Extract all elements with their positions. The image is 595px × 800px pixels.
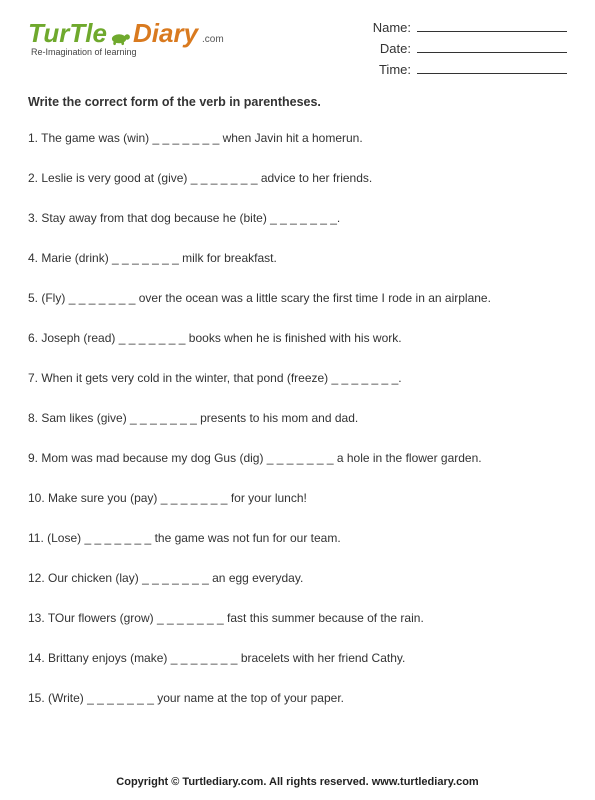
q-pre: Our chicken (lay): [48, 571, 142, 585]
question-item: 15. (Write) _ _ _ _ _ _ _ your name at t…: [28, 689, 567, 707]
turtle-icon: [109, 28, 131, 46]
q-num: 5.: [28, 291, 38, 305]
q-pre: (Lose): [47, 531, 84, 545]
q-blank[interactable]: _ _ _ _ _ _ _: [87, 691, 154, 705]
q-pre: When it gets very cold in the winter, th…: [41, 371, 331, 385]
q-post: advice to her friends.: [258, 171, 373, 185]
q-blank[interactable]: _ _ _ _ _ _ _: [142, 571, 209, 585]
logo-word-turtle: TurTle: [28, 18, 107, 49]
q-post: for your lunch!: [227, 491, 306, 505]
logo-block: TurTle Diary .com Re-Imagination of lear…: [28, 18, 224, 57]
q-post: books when he is finished with his work.: [185, 331, 401, 345]
q-num: 9.: [28, 451, 38, 465]
q-blank[interactable]: _ _ _ _ _ _ _: [157, 611, 224, 625]
name-label: Name:: [373, 20, 411, 35]
q-blank[interactable]: _ _ _ _ _ _ _: [119, 331, 186, 345]
q-blank[interactable]: _ _ _ _ _ _ _: [171, 651, 238, 665]
q-num: 14.: [28, 651, 45, 665]
q-pre: (Write): [48, 691, 87, 705]
q-blank[interactable]: _ _ _ _ _ _ _: [130, 411, 197, 425]
question-item: 4. Marie (drink) _ _ _ _ _ _ _ milk for …: [28, 249, 567, 267]
question-item: 3. Stay away from that dog because he (b…: [28, 209, 567, 227]
q-post: your name at the top of your paper.: [154, 691, 344, 705]
q-blank[interactable]: _ _ _ _ _ _ _: [85, 531, 152, 545]
q-post: when Javin hit a homerun.: [219, 131, 362, 145]
q-pre: The game was (win): [41, 131, 152, 145]
q-num: 12.: [28, 571, 45, 585]
time-label: Time:: [379, 62, 411, 77]
q-num: 11.: [28, 531, 44, 545]
date-input-line[interactable]: [417, 39, 567, 53]
info-fields: Name: Date: Time:: [373, 18, 567, 77]
q-pre: Brittany enjoys (make): [48, 651, 171, 665]
q-pre: Marie (drink): [41, 251, 112, 265]
question-item: 14. Brittany enjoys (make) _ _ _ _ _ _ _…: [28, 649, 567, 667]
q-pre: Joseph (read): [41, 331, 118, 345]
q-post: over the ocean was a little scary the fi…: [135, 291, 491, 305]
logo-row: TurTle Diary .com: [28, 18, 224, 49]
q-num: 8.: [28, 411, 38, 425]
q-num: 3.: [28, 211, 38, 225]
question-item: 12. Our chicken (lay) _ _ _ _ _ _ _ an e…: [28, 569, 567, 587]
question-item: 2. Leslie is very good at (give) _ _ _ _…: [28, 169, 567, 187]
q-num: 15.: [28, 691, 45, 705]
logo-dotcom: .com: [202, 34, 224, 45]
q-blank[interactable]: _ _ _ _ _ _ _: [332, 371, 399, 385]
question-item: 1. The game was (win) _ _ _ _ _ _ _ when…: [28, 129, 567, 147]
q-post: milk for breakfast.: [179, 251, 277, 265]
q-post: .: [398, 371, 401, 385]
date-label: Date:: [380, 41, 411, 56]
q-post: .: [337, 211, 340, 225]
logo-word-diary: Diary: [133, 18, 198, 49]
date-field: Date:: [373, 39, 567, 56]
q-num: 6.: [28, 331, 38, 345]
name-input-line[interactable]: [417, 18, 567, 32]
question-item: 11. (Lose) _ _ _ _ _ _ _ the game was no…: [28, 529, 567, 547]
questions-list: 1. The game was (win) _ _ _ _ _ _ _ when…: [28, 129, 567, 707]
question-item: 10. Make sure you (pay) _ _ _ _ _ _ _ fo…: [28, 489, 567, 507]
q-blank[interactable]: _ _ _ _ _ _ _: [270, 211, 337, 225]
q-pre: Mom was mad because my dog Gus (dig): [41, 451, 266, 465]
q-pre: Leslie is very good at (give): [41, 171, 190, 185]
q-blank[interactable]: _ _ _ _ _ _ _: [112, 251, 179, 265]
q-pre: Sam likes (give): [41, 411, 130, 425]
q-num: 1.: [28, 131, 38, 145]
q-post: an egg everyday.: [209, 571, 304, 585]
q-pre: Make sure you (pay): [48, 491, 161, 505]
question-item: 7. When it gets very cold in the winter,…: [28, 369, 567, 387]
time-field: Time:: [373, 60, 567, 77]
question-item: 6. Joseph (read) _ _ _ _ _ _ _ books whe…: [28, 329, 567, 347]
q-num: 4.: [28, 251, 38, 265]
question-item: 5. (Fly) _ _ _ _ _ _ _ over the ocean wa…: [28, 289, 567, 307]
q-blank[interactable]: _ _ _ _ _ _ _: [161, 491, 228, 505]
q-post: bracelets with her friend Cathy.: [237, 651, 405, 665]
footer-copyright: Copyright © Turtlediary.com. All rights …: [0, 776, 595, 788]
q-post: fast this summer because of the rain.: [224, 611, 424, 625]
q-post: a hole in the flower garden.: [334, 451, 482, 465]
q-pre: (Fly): [41, 291, 68, 305]
q-blank[interactable]: _ _ _ _ _ _ _: [69, 291, 136, 305]
logo-tagline: Re-Imagination of learning: [31, 47, 224, 57]
q-num: 7.: [28, 371, 38, 385]
worksheet-header: TurTle Diary .com Re-Imagination of lear…: [28, 18, 567, 77]
q-num: 10.: [28, 491, 45, 505]
q-post: presents to his mom and dad.: [197, 411, 358, 425]
question-item: 9. Mom was mad because my dog Gus (dig) …: [28, 449, 567, 467]
q-blank[interactable]: _ _ _ _ _ _ _: [153, 131, 220, 145]
instructions: Write the correct form of the verb in pa…: [28, 95, 567, 109]
question-item: 13. TOur flowers (grow) _ _ _ _ _ _ _ fa…: [28, 609, 567, 627]
q-num: 2.: [28, 171, 38, 185]
q-pre: Stay away from that dog because he (bite…: [41, 211, 270, 225]
name-field: Name:: [373, 18, 567, 35]
q-post: the game was not fun for our team.: [151, 531, 340, 545]
time-input-line[interactable]: [417, 60, 567, 74]
question-item: 8. Sam likes (give) _ _ _ _ _ _ _ presen…: [28, 409, 567, 427]
q-blank[interactable]: _ _ _ _ _ _ _: [191, 171, 258, 185]
q-blank[interactable]: _ _ _ _ _ _ _: [267, 451, 334, 465]
q-pre: TOur flowers (grow): [48, 611, 157, 625]
q-num: 13.: [28, 611, 45, 625]
